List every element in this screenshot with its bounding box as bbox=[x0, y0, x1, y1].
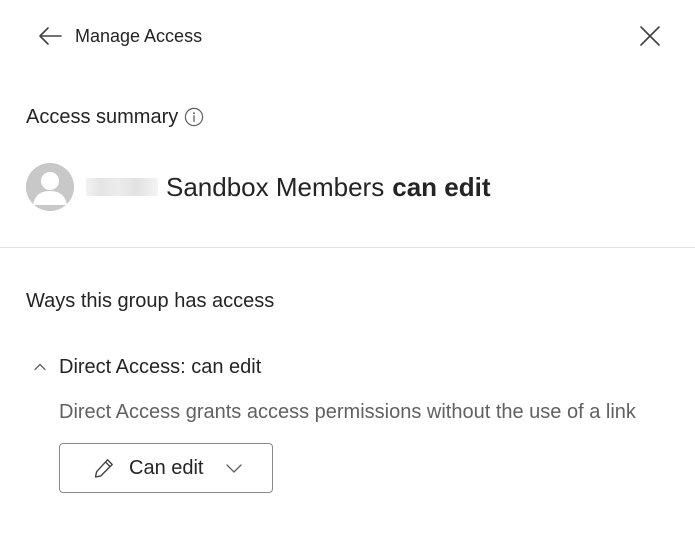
close-icon bbox=[640, 26, 660, 46]
permission-dropdown-value: Can edit bbox=[129, 457, 204, 479]
ways-heading: Ways this group has access bbox=[26, 290, 275, 312]
access-summary-label: Access summary bbox=[26, 106, 179, 128]
avatar bbox=[26, 163, 74, 211]
back-button[interactable] bbox=[34, 22, 66, 50]
permission-dropdown[interactable]: Can edit bbox=[59, 443, 273, 493]
chevron-up-icon bbox=[30, 357, 50, 377]
info-icon[interactable] bbox=[184, 107, 204, 127]
panel-title: Manage Access bbox=[75, 26, 203, 46]
direct-access-title: Direct Access: can edit bbox=[59, 356, 262, 378]
access-summary-heading: Access summary bbox=[26, 104, 204, 130]
panel-header: Manage Access bbox=[0, 0, 695, 72]
group-name: Sandbox Members bbox=[166, 172, 385, 202]
access-summary-text: Sandbox Members can edit bbox=[166, 171, 490, 203]
access-summary-row: Sandbox Members can edit bbox=[26, 163, 490, 211]
pencil-icon bbox=[92, 456, 116, 480]
person-icon bbox=[26, 163, 74, 211]
close-button[interactable] bbox=[634, 20, 666, 52]
chevron-down-icon bbox=[224, 458, 244, 478]
group-permission: can edit bbox=[392, 172, 491, 202]
arrow-left-icon bbox=[39, 27, 62, 45]
redacted-name bbox=[86, 178, 158, 196]
direct-access-description: Direct Access grants access permissions … bbox=[59, 401, 636, 423]
direct-access-toggle[interactable]: Direct Access: can edit bbox=[30, 354, 261, 380]
divider bbox=[0, 247, 695, 248]
